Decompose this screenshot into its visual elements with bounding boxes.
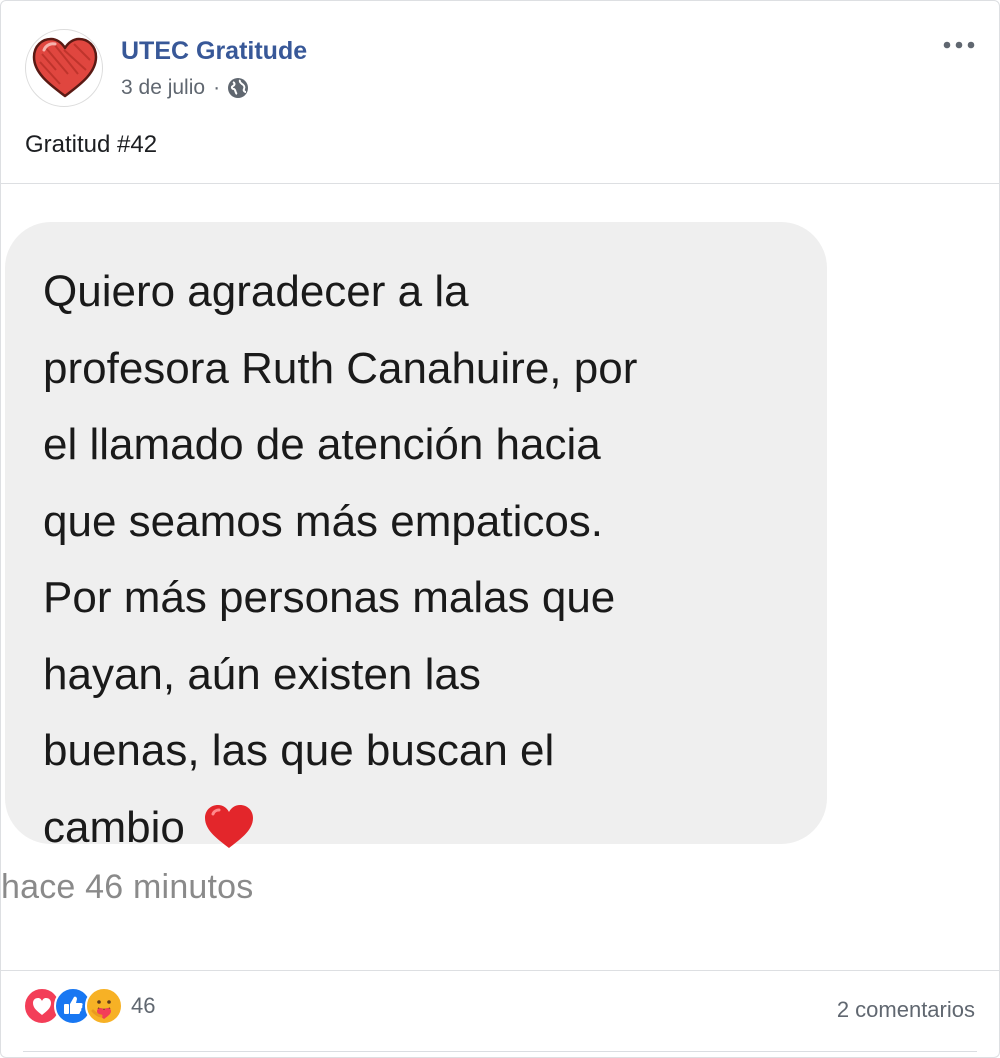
post-header: UTEC Gratitude 3 de julio ·	[25, 29, 979, 109]
reactions-summary[interactable]: 46	[23, 987, 155, 1025]
red-heart-icon	[201, 800, 257, 850]
post-text: Gratitud #42	[25, 131, 158, 158]
care-reaction-icon	[85, 987, 123, 1025]
more-options-icon[interactable]	[939, 33, 979, 57]
heart-icon	[32, 37, 98, 98]
message-timestamp: hace 46 minutos	[1, 868, 254, 906]
post-footer: 46 2 comentarios	[23, 985, 977, 1041]
footer-divider	[23, 1051, 977, 1052]
post-card: UTEC Gratitude 3 de julio · Gratitud #42…	[0, 0, 1000, 1058]
page-name-link[interactable]: UTEC Gratitude	[121, 37, 307, 66]
post-meta: 3 de julio ·	[121, 76, 250, 100]
post-date[interactable]: 3 de julio	[121, 76, 205, 100]
globe-icon[interactable]	[226, 76, 250, 100]
reaction-count: 46	[131, 993, 156, 1018]
message-bubble: Quiero agradecer a la profesora Ruth Can…	[5, 222, 827, 852]
message-text: Quiero agradecer a la profesora Ruth Can…	[43, 267, 638, 852]
post-image[interactable]: Quiero agradecer a la profesora Ruth Can…	[1, 183, 999, 971]
meta-separator: ·	[213, 76, 221, 99]
comments-count-link[interactable]: 2 comentarios	[837, 997, 975, 1023]
message-text-block: Quiero agradecer a la profesora Ruth Can…	[43, 254, 813, 866]
page-avatar[interactable]	[25, 29, 103, 107]
